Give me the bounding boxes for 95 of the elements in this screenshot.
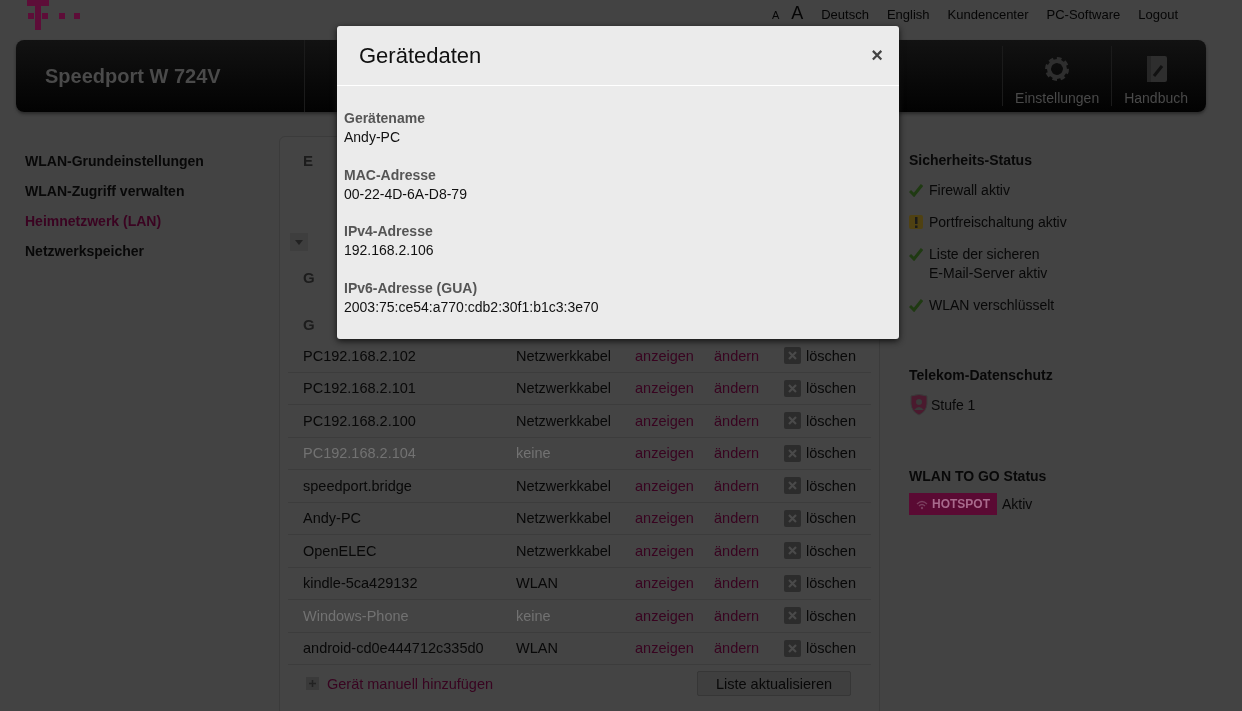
- close-icon: [784, 509, 801, 527]
- status-text: WLAN verschlüsselt: [929, 296, 1055, 315]
- device-name: OpenELEC: [303, 542, 378, 559]
- sidebar-item[interactable]: Heimnetzwerk (LAN): [25, 212, 279, 230]
- edit-link[interactable]: ändern: [714, 575, 784, 592]
- show-link[interactable]: anzeigen: [635, 575, 714, 592]
- show-link[interactable]: anzeigen: [635, 412, 714, 429]
- manual-button[interactable]: Handbuch: [1111, 46, 1206, 106]
- connection-type: WLAN: [516, 575, 559, 592]
- show-link[interactable]: anzeigen: [635, 347, 714, 364]
- close-icon: [784, 607, 801, 625]
- top-link[interactable]: Logout: [1138, 7, 1178, 22]
- caret-icon: [295, 239, 303, 245]
- plus-icon: [306, 677, 319, 690]
- connection-type: Netzwerkkabel: [516, 347, 613, 364]
- edit-link[interactable]: ändern: [714, 542, 784, 559]
- sidebar-item[interactable]: Netzwerkspeicher: [25, 242, 279, 260]
- dropdown-toggle[interactable]: [290, 233, 308, 251]
- delete-button[interactable]: löschen: [784, 379, 880, 397]
- warning-icon: [909, 215, 923, 229]
- status-text: Portfreischaltung aktiv: [929, 213, 1067, 232]
- field-label: IPv4-Adresse: [344, 222, 434, 241]
- connection-type: Netzwerkkabel: [516, 477, 613, 494]
- show-link[interactable]: anzeigen: [635, 380, 714, 397]
- sidebar-item[interactable]: WLAN-Grundeinstellungen: [25, 152, 279, 170]
- section-title: WLAN TO GO Status: [909, 468, 1048, 484]
- delete-button[interactable]: löschen: [784, 574, 880, 592]
- connection-type: Netzwerkkabel: [516, 412, 613, 429]
- dialog-title: Gerätedaten: [359, 42, 482, 69]
- status-text: Liste der sicheren E-Mail-Server aktiv: [929, 245, 1048, 283]
- section-title: Sicherheits-Status: [909, 152, 1033, 168]
- delete-button[interactable]: löschen: [784, 477, 880, 495]
- wifi-icon: [916, 498, 928, 510]
- delete-button[interactable]: löschen: [784, 412, 880, 430]
- top-link[interactable]: English: [886, 7, 930, 22]
- check-icon: [909, 298, 923, 312]
- device-name: PC192.168.2.101: [303, 380, 417, 397]
- close-icon: [784, 412, 801, 430]
- show-link[interactable]: anzeigen: [635, 640, 714, 657]
- device-name: PC192.168.2.100: [303, 412, 417, 429]
- shield-icon: [909, 394, 929, 416]
- connection-type: Netzwerkkabel: [516, 542, 613, 559]
- top-link[interactable]: PC-Software: [1046, 7, 1121, 22]
- section-title: Telekom-Datenschutz: [909, 367, 1054, 383]
- field-label: Gerätename: [344, 109, 426, 128]
- device-name: kindle-5ca429132: [303, 575, 419, 592]
- large-font-link[interactable]: A: [791, 3, 804, 24]
- connection-type: Netzwerkkabel: [516, 510, 613, 527]
- close-icon: [784, 542, 801, 560]
- check-icon: [909, 247, 923, 261]
- field-label: MAC-Adresse: [344, 165, 437, 185]
- delete-button[interactable]: löschen: [784, 542, 880, 560]
- field-value: 00-22-4D-6A-D8-79: [344, 184, 468, 204]
- show-link[interactable]: anzeigen: [635, 477, 714, 494]
- connection-type: Netzwerkkabel: [516, 380, 613, 397]
- connection-type: WLAN: [516, 640, 559, 657]
- edit-link[interactable]: ändern: [714, 510, 784, 527]
- hotspot-status: Aktiv: [1002, 496, 1033, 512]
- edit-link[interactable]: ändern: [714, 640, 784, 657]
- edit-link[interactable]: ändern: [714, 412, 784, 429]
- field-value: 2003:75:ce54:a770:cdb2:30f1:b1c3:3e70: [344, 297, 600, 317]
- refresh-button[interactable]: Liste aktualisieren: [697, 671, 851, 696]
- small-font-link[interactable]: A: [771, 9, 780, 21]
- close-icon: [784, 639, 801, 657]
- device-name: speedport.bridge: [303, 477, 413, 494]
- field-value: Andy-PC: [344, 128, 402, 147]
- close-icon: [784, 347, 801, 365]
- device-name: android-cd0e444712c335d0: [303, 640, 485, 657]
- top-link[interactable]: Deutsch: [821, 7, 869, 22]
- status-text: Firewall aktiv: [929, 181, 1010, 200]
- add-device-link[interactable]: Gerät manuell hinzufügen: [306, 675, 494, 692]
- hotspot-badge: HOTSPOT: [909, 493, 997, 515]
- delete-button[interactable]: löschen: [784, 639, 880, 657]
- top-link[interactable]: Kundencenter: [947, 7, 1029, 22]
- close-button[interactable]: ×: [867, 44, 887, 67]
- check-icon: [909, 183, 923, 197]
- close-icon: [784, 574, 801, 592]
- edit-link[interactable]: ändern: [714, 477, 784, 494]
- show-link[interactable]: anzeigen: [635, 542, 714, 559]
- edit-link[interactable]: ändern: [714, 380, 784, 397]
- close-icon: [784, 379, 801, 397]
- device-name: Andy-PC: [303, 510, 363, 527]
- show-link[interactable]: anzeigen: [635, 510, 714, 527]
- device-name: PC192.168.2.102: [303, 347, 417, 364]
- close-icon: [784, 444, 801, 462]
- device-title: Speedport W 724V: [45, 64, 222, 88]
- field-label: IPv6-Adresse (GUA): [344, 278, 479, 298]
- close-icon: [784, 477, 801, 495]
- field-value: 192.168.2.106: [344, 241, 435, 260]
- sidebar-item[interactable]: WLAN-Zugriff verwalten: [25, 182, 279, 200]
- edit-link[interactable]: ändern: [714, 347, 784, 364]
- settings-button[interactable]: Einstellungen: [1002, 46, 1112, 106]
- delete-button[interactable]: löschen: [784, 509, 880, 527]
- privacy-level: Stufe 1: [931, 397, 976, 413]
- delete-button[interactable]: löschen: [784, 347, 880, 365]
